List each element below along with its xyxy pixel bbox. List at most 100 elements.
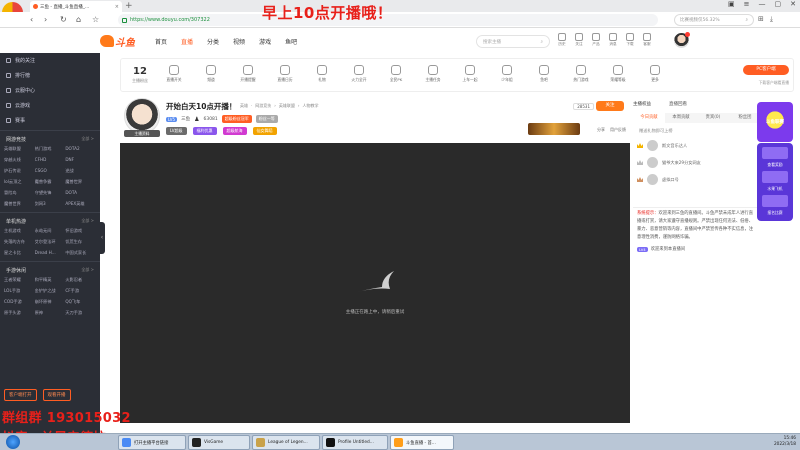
follow-icon[interactable]: 关注 — [573, 33, 585, 47]
room-toolbar-item[interactable]: 直播开关 — [157, 65, 191, 83]
sidebar-category-link[interactable]: 中国式家长 — [65, 249, 96, 257]
sidebar-category-link[interactable]: 魔兽世界 — [4, 200, 35, 208]
room-tag[interactable]: 超级航海 — [222, 127, 247, 135]
download-icon[interactable]: 下载 — [624, 33, 636, 47]
rank-row[interactable]: 猫爷大来29分女网友 — [633, 154, 761, 171]
share-link[interactable]: 分享 — [597, 127, 605, 133]
promo-banner[interactable]: 斗鱼联赛 — [757, 102, 793, 142]
sidebar-category-link[interactable]: DOTA — [65, 189, 96, 197]
sidebar-category-link[interactable]: 天刀手游 — [65, 309, 96, 317]
sidebar-category-link[interactable]: CSGO — [35, 167, 66, 175]
room-toolbar-item[interactable]: 荣耀等级 — [601, 65, 635, 83]
close-window-button[interactable]: ✕ — [790, 0, 796, 8]
nav-games[interactable]: 游戏 — [259, 37, 271, 46]
sidebar-category-link[interactable]: COD手游 — [4, 298, 35, 306]
nav-yuba[interactable]: 鱼吧 — [285, 37, 297, 46]
maximize-button[interactable]: ▢ — [775, 0, 782, 8]
room-toolbar-item[interactable]: 鱼吧 — [527, 65, 561, 83]
nav-video[interactable]: 视频 — [233, 37, 245, 46]
home-icon[interactable]: ⌂ — [76, 15, 81, 25]
sidebar-category-link[interactable]: 金铲铲之战 — [35, 287, 66, 295]
taskbar-item[interactable]: Profile Untitled... — [322, 435, 388, 450]
start-button[interactable] — [6, 435, 20, 449]
room-toolbar-item[interactable]: 礼物 — [305, 65, 339, 83]
sidebar-category-link[interactable]: LOL手游 — [4, 287, 35, 295]
sidebar-category-link[interactable]: DNF — [65, 156, 96, 164]
room-toolbar-item[interactable]: 主播任务 — [416, 65, 450, 83]
sidebar-section-mobile-games[interactable]: 手游休闲 全部 > — [0, 264, 100, 276]
product-icon[interactable]: 产品 — [590, 33, 602, 47]
nav-live[interactable]: 直播 — [181, 37, 193, 46]
room-toolbar-item[interactable]: 开播提醒 — [231, 65, 265, 83]
rank-row[interactable]: 斯文音乐达人 — [633, 137, 761, 154]
sidebar-category-link[interactable]: 冒险岛 — [4, 189, 35, 197]
history-icon[interactable]: 历史 — [556, 33, 568, 47]
anchor-rights-link[interactable]: 主播权益 — [633, 101, 651, 111]
back-button[interactable]: ‹ — [30, 15, 33, 25]
rank-row[interactable]: 虚拟口号 — [633, 171, 761, 188]
sidebar-category-link[interactable]: DOTA2 — [65, 145, 96, 153]
room-tag[interactable]: 福利优惠 — [192, 127, 217, 135]
sidebar-category-link[interactable]: lol云顶之 — [4, 178, 35, 186]
room-toolbar-item[interactable]: 热门游戏 — [564, 65, 598, 83]
tab-week[interactable]: 本周贡献 — [665, 113, 697, 123]
tab-vip[interactable]: 贵宾(0) — [697, 113, 729, 123]
sidebar-category-link[interactable]: 逆战 — [65, 167, 96, 175]
feedback-link[interactable]: 用户反馈 — [610, 127, 626, 133]
sidebar-category-link[interactable]: 火影忍者 — [65, 276, 96, 284]
taskbar-item[interactable]: 打开主播平台链接 — [118, 435, 186, 450]
fan-rank-pill[interactable]: 超级粉丝冠军 — [221, 115, 252, 123]
browser-tab-douyu[interactable]: 三鱼 - 直播_斗鱼直播_... × — [30, 1, 122, 12]
tab-today[interactable]: 今日贡献 — [633, 113, 665, 123]
nav-category[interactable]: 分类 — [207, 37, 219, 46]
sidebar-category-link[interactable]: 英雄联盟 — [4, 145, 35, 153]
sidebar-category-link[interactable]: 炉石传说 — [4, 167, 35, 175]
taskbar-item[interactable]: VisGame — [188, 435, 250, 450]
room-toolbar-item[interactable]: 直播日历 — [268, 65, 302, 83]
anchor-profile-tag[interactable]: 主播资料 — [124, 130, 160, 137]
sidebar-category-link[interactable]: 穿越火线 — [4, 156, 35, 164]
sidebar-category-link[interactable]: 热门游戏 — [35, 145, 66, 153]
minimize-button[interactable]: — — [759, 0, 766, 8]
sidebar-category-link[interactable]: CF手游 — [65, 287, 96, 295]
sidebar-category-link[interactable]: CFHD — [35, 156, 66, 164]
sidebar-item-follow[interactable]: 我的关注 — [0, 53, 100, 68]
message-icon[interactable]: 消息 — [607, 33, 619, 47]
sidebar-category-link[interactable]: 守望先锋 — [35, 189, 66, 197]
nav-home[interactable]: 首页 — [155, 37, 167, 46]
sidebar-category-link[interactable]: 艾尔登法环 — [35, 238, 66, 246]
room-toolbar-item[interactable]: 上车一起 — [453, 65, 487, 83]
floating-promo[interactable]: 斗鱼联赛 查看奖励 水果飞机 报名比赛 — [757, 102, 793, 221]
new-tab-button[interactable]: + — [125, 1, 133, 11]
watch-live-button[interactable]: 观看开播 — [42, 389, 71, 401]
sidebar-category-link[interactable]: 怀旧游戏 — [65, 227, 96, 235]
forward-button[interactable]: › — [44, 15, 47, 25]
promo-text[interactable]: 水果飞机 — [767, 186, 782, 192]
anchor-name[interactable]: 三鱼 — [181, 116, 190, 122]
room-toolbar-item[interactable]: 更多 — [638, 65, 672, 83]
breadcrumb-item[interactable]: 英雄 — [240, 103, 248, 109]
sidebar-category-link[interactable]: 原手头游 — [4, 309, 35, 317]
sidebar-item-rank[interactable]: 排行榜 — [0, 68, 100, 83]
sidebar-collapse-handle[interactable]: ‹ — [99, 222, 105, 254]
system-tray-clock[interactable]: 15:46 2022/3/18 — [774, 436, 796, 448]
taskbar-item-active[interactable]: 斗鱼直播 - 首... — [390, 435, 454, 450]
sidebar-category-link[interactable]: 崩坏原神 — [35, 298, 66, 306]
close-tab-icon[interactable]: × — [115, 4, 119, 10]
pc-client-button[interactable]: PC客户端 — [743, 65, 789, 75]
taskbar-item[interactable]: League of Legen... — [252, 435, 320, 450]
breadcrumb-item[interactable]: 网游竞技 — [255, 103, 271, 109]
extensions-icon[interactable]: ⊞ — [758, 15, 764, 24]
service-icon[interactable]: 客服 — [641, 33, 653, 47]
sidebar-category-link[interactable]: 永劫无间 — [35, 227, 66, 235]
video-player[interactable]: 主播正在路上中，请稍后重试 — [120, 143, 630, 423]
sidebar-category-link[interactable]: QQ飞车 — [65, 298, 96, 306]
replay-link[interactable]: 直播回看 — [669, 101, 687, 111]
sidebar-category-link[interactable]: 和平精英 — [35, 276, 66, 284]
sidebar-category-link[interactable]: Dread H... — [35, 249, 66, 257]
browser-search-input[interactable]: 比赛视频仅56.32% ⌕ — [674, 14, 754, 26]
site-search-input[interactable]: 搜索主播 ⌕ — [476, 35, 550, 48]
star-icon[interactable]: ☆ — [92, 15, 99, 25]
gift-banner[interactable] — [528, 123, 580, 135]
sidebar-category-link[interactable]: 魔兽争霸 — [35, 178, 66, 186]
